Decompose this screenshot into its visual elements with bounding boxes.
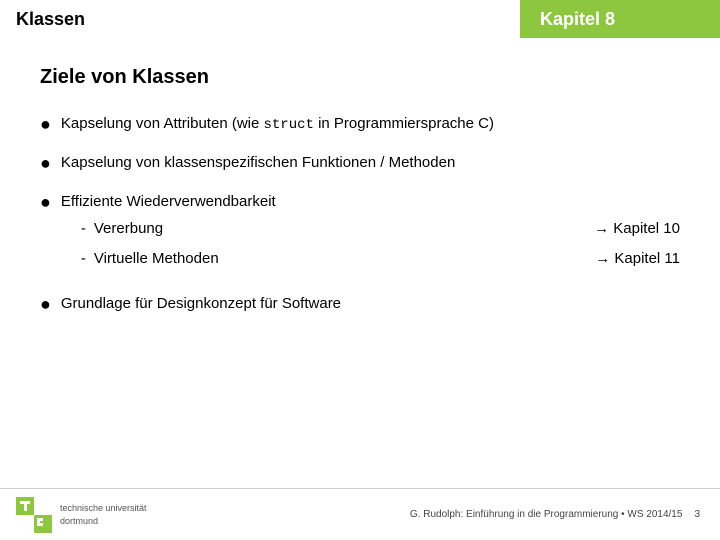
sub-dash: - (81, 218, 86, 241)
footer: technische universität dortmund G. Rudol… (0, 488, 720, 540)
bullet-3-content: Effiziente Wiederverwendbarkeit - Vererb… (61, 191, 680, 279)
bullet-text-1: Kapselung von Attributen (wie struct in … (61, 113, 680, 136)
sub-item-vererbung: Vererbung (94, 218, 274, 241)
header: Klassen Kapitel 8 (0, 0, 720, 38)
footer-citation: G. Rudolph: Einführung in die Programmie… (410, 509, 683, 520)
footer-uni-text: technische universität dortmund (60, 502, 147, 527)
sub-item-row: - Vererbung → Kapitel 10 (81, 218, 680, 241)
bullet-dot: ● (40, 111, 51, 138)
bullet-text-2: Kapselung von klassenspezifischen Funkti… (61, 152, 455, 175)
citation-text: G. Rudolph: Einführung in die Programmie… (410, 509, 683, 520)
chapter-label: Klassen (16, 9, 85, 30)
footer-logo-area: technische universität dortmund (16, 497, 147, 533)
header-left: Klassen (0, 0, 520, 38)
list-item: ● Kapselung von klassenspezifischen Funk… (40, 152, 680, 177)
list-item: - Virtuelle Methoden → Kapitel 11 (81, 248, 680, 271)
bullet-dot: ● (40, 291, 51, 318)
list-item: - Vererbung → Kapitel 10 (81, 218, 680, 241)
list-item: ● Effiziente Wiederverwendbarkeit - Vere… (40, 191, 680, 279)
header-right: Kapitel 8 (520, 0, 720, 38)
sub-arrow-vererbung: → Kapitel 10 (514, 218, 680, 241)
tu-logo-icon (16, 497, 52, 533)
sub-item-row: - Virtuelle Methoden → Kapitel 11 (81, 248, 680, 271)
bullet-dot: ● (40, 150, 51, 177)
bullet-text-4: Grundlage für Designkonzept für Software (61, 293, 341, 316)
main-content: Ziele von Klassen ● Kapselung von Attrib… (0, 38, 720, 352)
sub-dash: - (81, 248, 86, 271)
sub-list: - Vererbung → Kapitel 10 - Virtuelle Met… (81, 218, 680, 271)
code-struct: struct (264, 117, 314, 133)
uni-line1: technische universität (60, 502, 147, 515)
bullet-list: ● Kapselung von Attributen (wie struct i… (40, 113, 680, 318)
sub-arrow-virtuelle: → Kapitel 11 (515, 248, 680, 271)
bullet-text-3: Effiziente Wiederverwendbarkeit (61, 193, 276, 210)
page-title: Ziele von Klassen (40, 66, 680, 89)
uni-line2: dortmund (60, 515, 147, 528)
kapitel-label: Kapitel 8 (540, 9, 615, 30)
footer-page-number: 3 (694, 509, 700, 520)
bullet-dot: ● (40, 189, 51, 216)
sub-item-virtuelle: Virtuelle Methoden (94, 248, 274, 271)
list-item: ● Kapselung von Attributen (wie struct i… (40, 113, 680, 138)
list-item: ● Grundlage für Designkonzept für Softwa… (40, 293, 680, 318)
